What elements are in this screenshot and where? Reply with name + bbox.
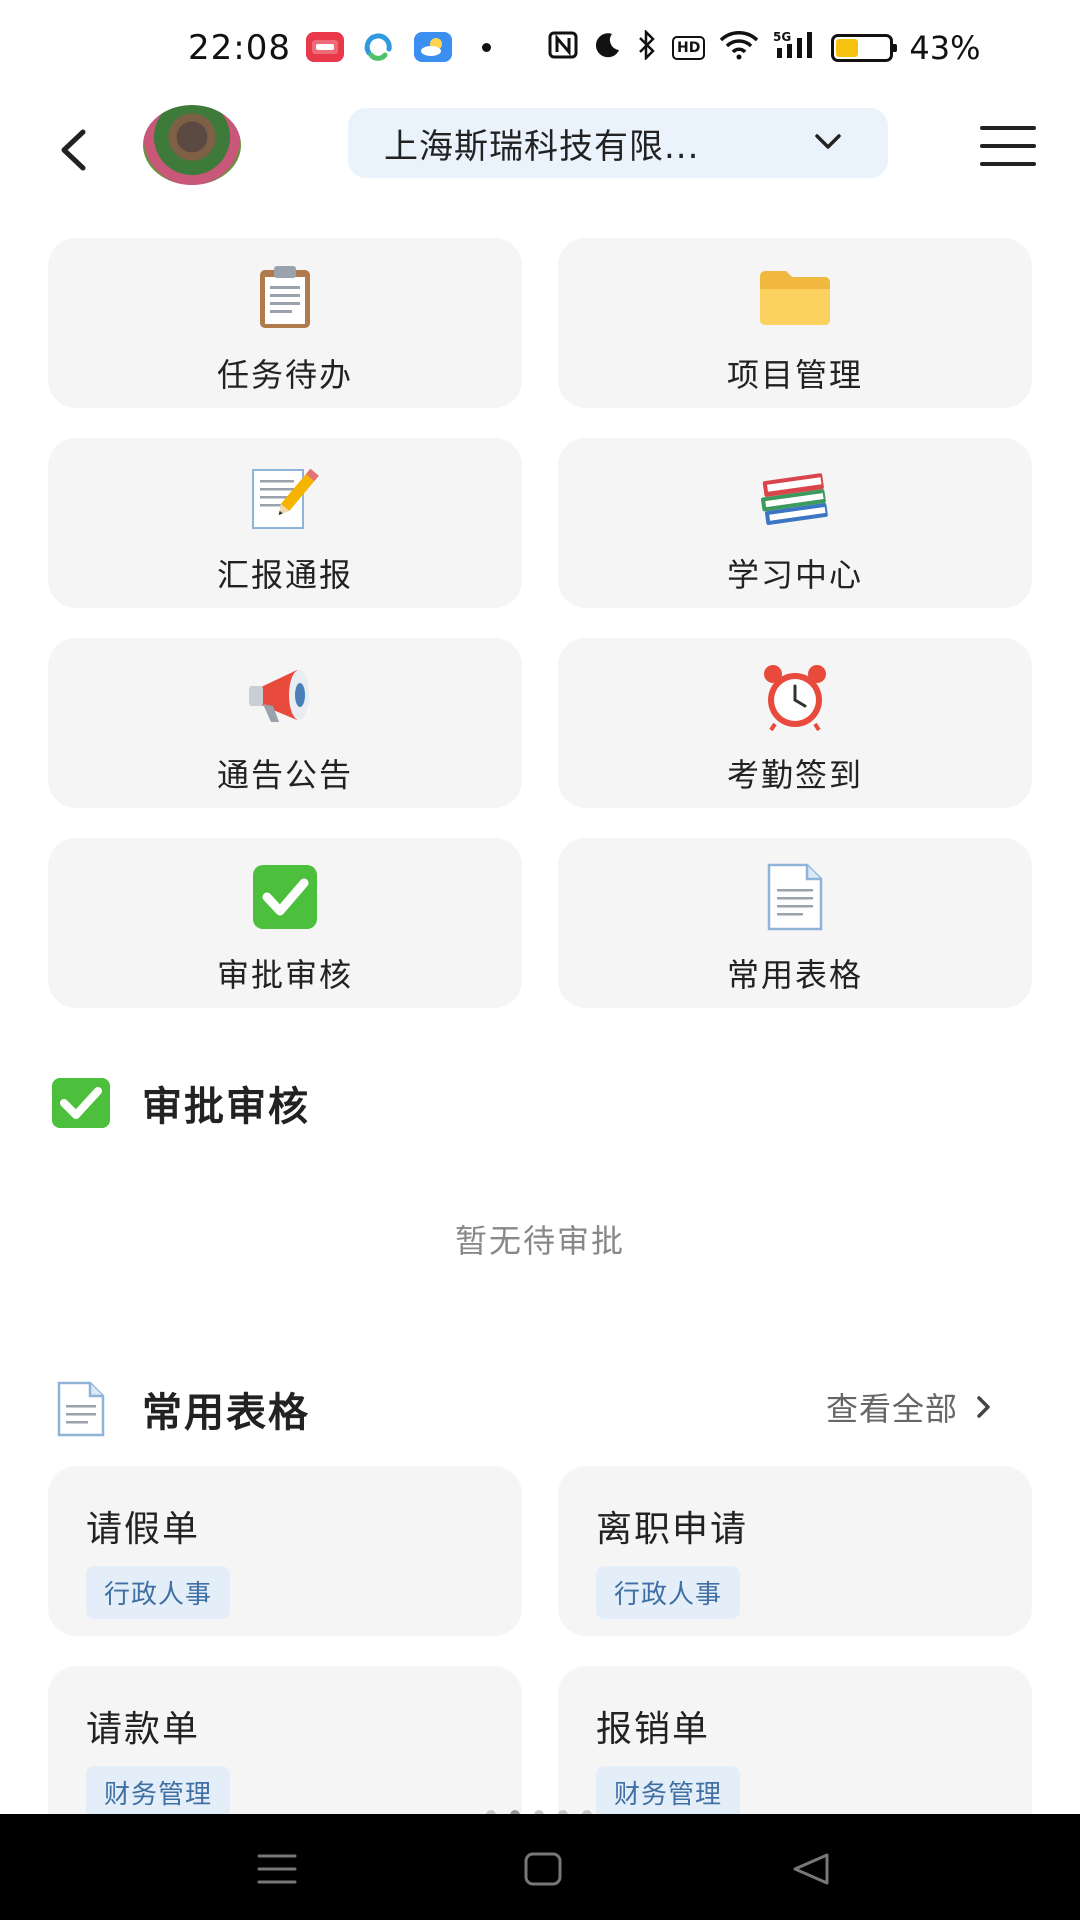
- form-category-tag: 财务管理: [86, 1766, 231, 1819]
- back-button[interactable]: [48, 120, 98, 180]
- document-icon: [755, 862, 835, 932]
- form-name: 请假单: [86, 1509, 201, 1550]
- empty-approval-text: 暂无待审批: [454, 1222, 625, 1260]
- status-bar: 22:08 HD 5G 43%: [0, 0, 1080, 96]
- module-label: 常用表格: [726, 956, 863, 994]
- hamburger-line: [980, 162, 1036, 166]
- hamburger-line: [980, 144, 1036, 148]
- app-icon: [360, 32, 398, 62]
- module-label: 任务待办: [216, 356, 353, 394]
- module-project-management[interactable]: 项目管理: [558, 238, 1032, 408]
- avatar[interactable]: [143, 105, 241, 185]
- module-report[interactable]: 汇报通报: [48, 438, 522, 608]
- module-announcement[interactable]: 通告公告: [48, 638, 522, 808]
- form-category-tag: 行政人事: [86, 1566, 231, 1619]
- svg-text:5G: 5G: [773, 30, 791, 44]
- hd-icon: HD: [672, 36, 706, 60]
- company-name: 上海斯瑞科技有限...: [384, 126, 700, 167]
- approval-section-header: 审批审核: [50, 1074, 310, 1132]
- section-title: 审批审核: [142, 1084, 310, 1130]
- menu-button[interactable]: [980, 126, 1036, 166]
- status-time: 22:08: [188, 28, 291, 68]
- module-task-todo[interactable]: 任务待办: [48, 238, 522, 408]
- menu-lines-icon: [257, 1854, 297, 1884]
- battery-percent: 43%: [909, 29, 981, 67]
- module-label: 学习中心: [726, 556, 863, 594]
- form-card-leave[interactable]: 请假单 行政人事: [48, 1466, 522, 1636]
- check-mark-icon: [50, 1077, 112, 1129]
- form-category-tag: 财务管理: [596, 1766, 741, 1819]
- wifi-icon: [719, 30, 759, 67]
- view-all-link[interactable]: 查看全部: [826, 1384, 992, 1430]
- battery-icon: [831, 34, 898, 62]
- chevron-left-icon: [61, 129, 86, 171]
- system-navigation-bar: [0, 1814, 1080, 1920]
- module-attendance[interactable]: 考勤签到: [558, 638, 1032, 808]
- megaphone-icon: [245, 662, 325, 732]
- form-name: 报销单: [596, 1709, 711, 1750]
- home-button[interactable]: [518, 1844, 568, 1894]
- folder-icon: [755, 262, 835, 332]
- signal-5g-icon: 5G: [773, 30, 817, 67]
- battery-fill: [836, 39, 859, 57]
- form-name: 离职申请: [596, 1509, 749, 1550]
- recent-apps-button[interactable]: [252, 1844, 302, 1894]
- moon-icon: [592, 30, 622, 67]
- forms-grid: 请假单 行政人事 离职申请 行政人事 请款单 财务管理 报销单 财务管理: [48, 1466, 1032, 1836]
- dot-icon: [482, 42, 491, 52]
- books-icon: [755, 462, 835, 532]
- clipboard-icon: [245, 262, 325, 332]
- nfc-icon: [548, 31, 578, 66]
- chevron-right-icon: [977, 1396, 990, 1418]
- form-card-resignation[interactable]: 离职申请 行政人事: [558, 1466, 1032, 1636]
- system-icons: HD 5G 43%: [548, 28, 980, 68]
- triangle-back-icon: [793, 1853, 829, 1885]
- form-category-tag: 行政人事: [596, 1566, 741, 1619]
- form-card-payment-request[interactable]: 请款单 财务管理: [48, 1666, 522, 1836]
- module-learning-center[interactable]: 学习中心: [558, 438, 1032, 608]
- weather-icon: [414, 32, 452, 62]
- check-mark-icon: [245, 862, 325, 932]
- forms-section-header: 常用表格: [50, 1380, 310, 1438]
- square-icon: [524, 1852, 562, 1886]
- form-card-reimbursement[interactable]: 报销单 财务管理: [558, 1666, 1032, 1836]
- hamburger-menu-icon: [980, 126, 1036, 130]
- alarm-clock-icon: [755, 662, 835, 732]
- notification-icons: [306, 32, 491, 62]
- chevron-down-icon: [815, 134, 841, 149]
- app-icon: [306, 32, 344, 62]
- module-label: 考勤签到: [726, 756, 863, 794]
- module-label: 通告公告: [216, 756, 353, 794]
- module-label: 项目管理: [726, 356, 863, 394]
- module-common-forms[interactable]: 常用表格: [558, 838, 1032, 1008]
- form-name: 请款单: [86, 1709, 201, 1750]
- module-approval[interactable]: 审批审核: [48, 838, 522, 1008]
- bluetooth-icon: [636, 28, 658, 67]
- memo-icon: [245, 462, 325, 532]
- section-title: 常用表格: [142, 1390, 310, 1436]
- module-grid: 任务待办 项目管理 汇报通报 学习中心 通告公告 考勤签到 审批审核 常用表格: [48, 238, 1032, 1008]
- back-nav-button[interactable]: [786, 1844, 836, 1894]
- module-label: 汇报通报: [216, 556, 353, 594]
- module-label: 审批审核: [216, 956, 353, 994]
- app-header: 上海斯瑞科技有限...: [0, 96, 1080, 216]
- document-icon: [50, 1381, 112, 1437]
- view-all-label: 查看全部: [826, 1390, 959, 1428]
- company-selector[interactable]: 上海斯瑞科技有限...: [348, 108, 888, 178]
